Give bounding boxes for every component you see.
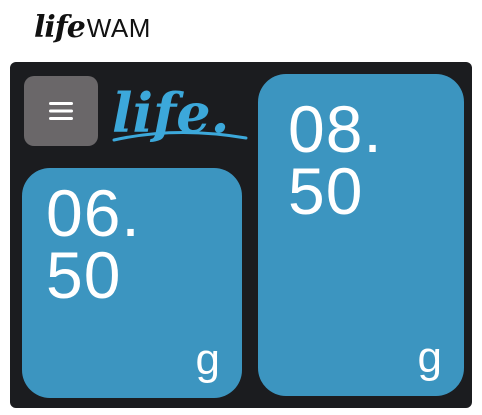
- menu-button[interactable]: [24, 76, 98, 146]
- tile-unit: g: [417, 333, 442, 382]
- life-logo: life.: [112, 81, 248, 145]
- tile-value: 08. 50: [288, 92, 383, 228]
- brand-wam-text: WAM: [86, 13, 151, 43]
- weight-tile-2[interactable]: 08. 50 g: [258, 74, 464, 396]
- hamburger-menu-icon: [49, 102, 73, 120]
- brand-script-text: life: [34, 10, 86, 45]
- tile-value: 06. 50: [46, 176, 141, 312]
- brand-logo: life WAM: [34, 10, 151, 52]
- weight-tile-1[interactable]: 06. 50 g: [22, 168, 242, 398]
- device-screen: life. 06. 50 g 08. 50 g: [10, 62, 472, 408]
- tile-unit: g: [195, 335, 220, 384]
